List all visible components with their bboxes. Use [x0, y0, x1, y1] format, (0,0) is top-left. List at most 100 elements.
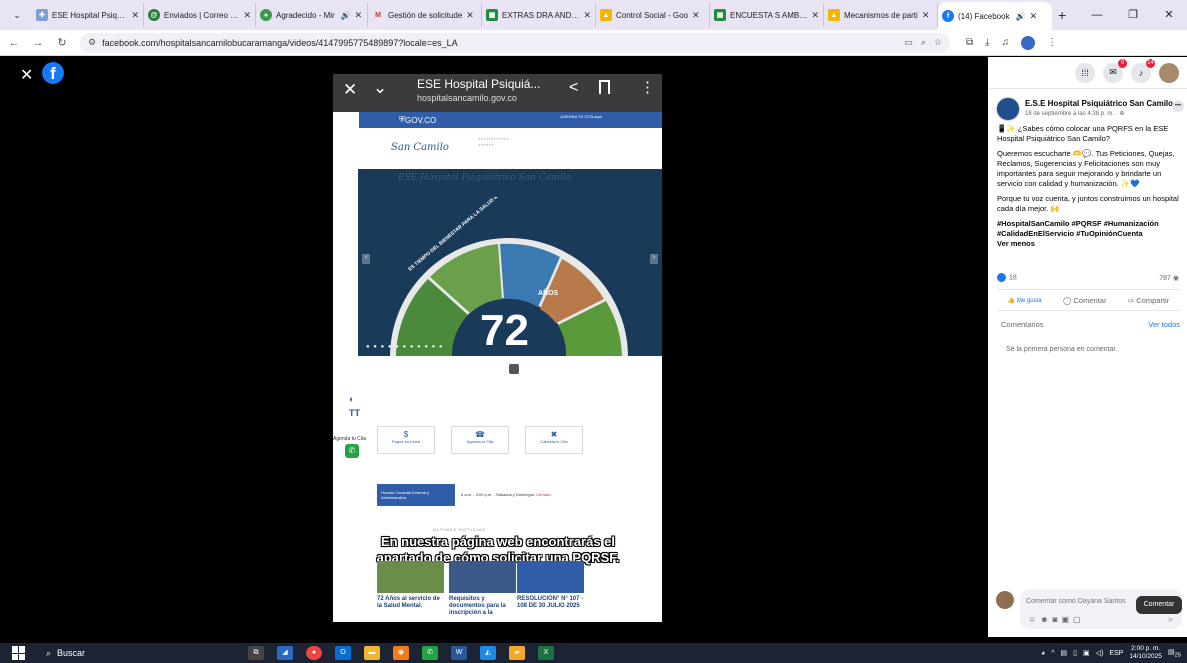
tab-facebook[interactable]: f (14) Facebook 🔊 ✕ — [938, 2, 1052, 30]
back-icon[interactable]: ← — [4, 37, 24, 49]
tab-close-icon[interactable]: ✕ — [1030, 11, 1038, 22]
post-hashtags[interactable]: #HospitalSanCamilo #PQRSF #Humanización … — [997, 219, 1180, 239]
qbtn-label: Cancela tu Cita — [540, 439, 568, 444]
file-explorer-icon[interactable]: ▬ — [364, 646, 380, 660]
tab-close-icon[interactable]: ✕ — [583, 10, 591, 21]
tab-extras[interactable]: ▦ EXTRAS DRA ANDRE ✕ — [482, 3, 596, 27]
gov-bar: ⛨ GOV.CO AGENDA TU CITA aquí — [359, 112, 662, 128]
task-view-icon[interactable]: ⧉ — [248, 646, 264, 660]
post-date[interactable]: 18 de septiembre a las 4:38 p. m. · ⊕ — [1025, 110, 1124, 117]
close-window-icon[interactable]: ✕ — [1151, 0, 1187, 30]
network-icon[interactable]: ▤ — [1061, 649, 1068, 657]
tab-mecanismos[interactable]: ▲ Mecanismos de parti ✕ — [824, 3, 938, 27]
display-icon[interactable]: ▣ — [1083, 649, 1090, 657]
forward-icon[interactable]: → — [28, 37, 48, 49]
tab-control-social[interactable]: ▲ Control Social - Goo ✕ — [596, 3, 710, 27]
send-icon[interactable]: ➤ — [1167, 615, 1174, 624]
language-indicator[interactable]: ESP — [1109, 650, 1123, 657]
phone-chevron-icon: ⌄ — [373, 78, 388, 97]
tab-encuesta[interactable]: ▦ ENCUESTA S AMBUL ✕ — [710, 3, 824, 27]
close-viewer-icon[interactable]: ✕ — [20, 65, 33, 85]
notification-center-icon[interactable]: ▤25 — [1168, 648, 1181, 658]
tab-close-icon[interactable]: ✕ — [131, 10, 139, 21]
new-tab-button[interactable]: + — [1058, 7, 1066, 23]
profile-avatar[interactable] — [1021, 35, 1036, 50]
page-name[interactable]: E.S.E Hospital Psiquiátrico San Camilo — [1025, 99, 1173, 108]
user-avatar[interactable] — [1159, 62, 1179, 83]
word-icon[interactable]: W — [451, 646, 467, 660]
site-menu: ▪ ▪ ▪ ▪ ▪ ▪ ▪ ▪ ▪ ▪ ▪ ▪ ▪ ▪ ▪ ▪ ▪ ▪ — [479, 136, 509, 147]
post-text: 📱✨ ¿Sabes cómo colocar una PQRFS en la E… — [997, 124, 1169, 143]
tab-close-icon[interactable]: ✕ — [355, 10, 363, 21]
minimize-icon[interactable]: — — [1079, 0, 1115, 30]
reload-icon[interactable]: ↻ — [52, 36, 72, 49]
phone-icon: ☎ — [475, 430, 485, 439]
see-all-link[interactable]: Ver todos — [1148, 320, 1180, 329]
video-viewer: ✕ f ✕ ⌄ ESE Hospital Psiquiá... hospital… — [0, 57, 988, 637]
app-icon[interactable]: ▰ — [509, 646, 525, 660]
battery-icon[interactable]: ▯ — [1073, 649, 1077, 657]
video-frame[interactable]: ✕ ⌄ ESE Hospital Psiquiá... hospitalsanc… — [333, 74, 662, 622]
tab-agradecido[interactable]: ● Agradecido - Mir 🔊 ✕ — [256, 3, 368, 27]
copilot-icon[interactable]: ◕ — [1041, 650, 1045, 657]
menu-icon[interactable]: ⋮ — [1047, 37, 1057, 48]
facebook-logo-icon[interactable]: f — [42, 62, 64, 84]
photos-icon[interactable]: ◭ — [480, 646, 496, 660]
tab-close-icon[interactable]: ✕ — [922, 10, 930, 21]
tab-hospital[interactable]: ✚ ESE Hospital Psiquiátr ✕ — [32, 3, 144, 27]
see-less-link[interactable]: Ver menos — [997, 239, 1180, 249]
outlook-icon[interactable]: O — [335, 646, 351, 660]
menu-grid-icon[interactable]: ⁞⁞⁞ — [1075, 62, 1095, 83]
tab-title: (14) Facebook — [958, 11, 1010, 21]
tab-gestion[interactable]: M Gestión de solicitude ✕ — [368, 3, 482, 27]
extensions-icon[interactable]: ⧉ — [966, 37, 973, 48]
tab-close-icon[interactable]: ✕ — [692, 10, 700, 21]
hero-next-icon: › — [650, 254, 658, 264]
firefox-icon[interactable]: ◉ — [393, 646, 409, 660]
news-card: RESOLUCIÓN° N° 107 - 108 DE 30 JULIO 202… — [517, 561, 584, 622]
site-info-icon[interactable]: ⚙ — [88, 37, 96, 48]
tab-correo[interactable]: @ Enviados | Correo | SC ✕ — [144, 3, 256, 27]
sticker-icon[interactable]: ☺ — [1028, 615, 1040, 624]
edge-icon[interactable]: ◢ — [277, 646, 293, 660]
tab-close-icon[interactable]: ✕ — [243, 10, 251, 21]
post-options-icon[interactable]: ••• — [1172, 100, 1184, 112]
bookmark-star-icon[interactable]: ☆ — [934, 37, 942, 48]
sticker-pack-icon[interactable]: ▢ — [1073, 615, 1085, 624]
tab-search-icon[interactable]: ⌄ — [6, 4, 28, 26]
like-count[interactable]: 18 — [1009, 274, 1017, 281]
page-avatar[interactable] — [996, 97, 1020, 121]
emoji-icon[interactable]: ☻ — [1040, 615, 1052, 624]
excel-icon[interactable]: X — [538, 646, 554, 660]
gif-icon[interactable]: ▣ — [1061, 615, 1073, 624]
ultimas-noticias: ÚLTIMAS NOTICIAS — [433, 527, 487, 532]
first-comment-text: Sé la primera persona en comentar. — [1006, 346, 1118, 353]
site-logo: San Camilo — [391, 142, 449, 153]
comment-button[interactable]: ◯ Comentar — [1063, 296, 1106, 305]
tab-close-icon[interactable]: ✕ — [466, 10, 474, 21]
phone-site-url: hospitalsancamilo.gov.co — [417, 93, 517, 103]
comment-tooltip: Comentar — [1136, 596, 1182, 614]
share-button[interactable]: ⇨ Compartir — [1128, 296, 1169, 305]
tab-close-icon[interactable]: ✕ — [811, 10, 819, 21]
download-icon[interactable]: ⤓ — [985, 37, 989, 48]
like-button[interactable]: 👍 Me gusta — [1008, 297, 1042, 304]
address-bar[interactable]: ⚙ facebook.com/hospitalsancamilobucarama… — [80, 32, 950, 53]
zoom-icon[interactable]: ⌕ — [921, 37, 926, 48]
clock[interactable]: 2:00 p. m. 14/10/2025 — [1129, 645, 1162, 661]
restore-icon[interactable]: ❐ — [1115, 0, 1151, 30]
news-image — [517, 561, 584, 593]
audio-icon[interactable]: 🔊 — [1016, 12, 1026, 21]
media-icon[interactable]: ♫ — [1002, 37, 1010, 48]
audio-icon[interactable]: 🔊 — [341, 11, 351, 20]
whatsapp-taskbar-icon[interactable]: ✆ — [422, 646, 438, 660]
taskbar-search[interactable]: ⌕ Buscar — [46, 644, 196, 662]
messenger-icon[interactable]: ✉ 8 — [1103, 58, 1127, 83]
facebook-favicon-icon: f — [942, 10, 954, 22]
tray-arrow-icon[interactable]: ^ — [1051, 650, 1054, 657]
chrome-icon[interactable]: ● — [306, 646, 322, 660]
volume-icon[interactable]: ◁) — [1096, 649, 1104, 657]
cast-icon[interactable]: ▭ — [904, 37, 913, 48]
notifications-icon[interactable]: ♪ 14 — [1131, 58, 1155, 83]
windows-start-icon[interactable] — [12, 646, 30, 660]
